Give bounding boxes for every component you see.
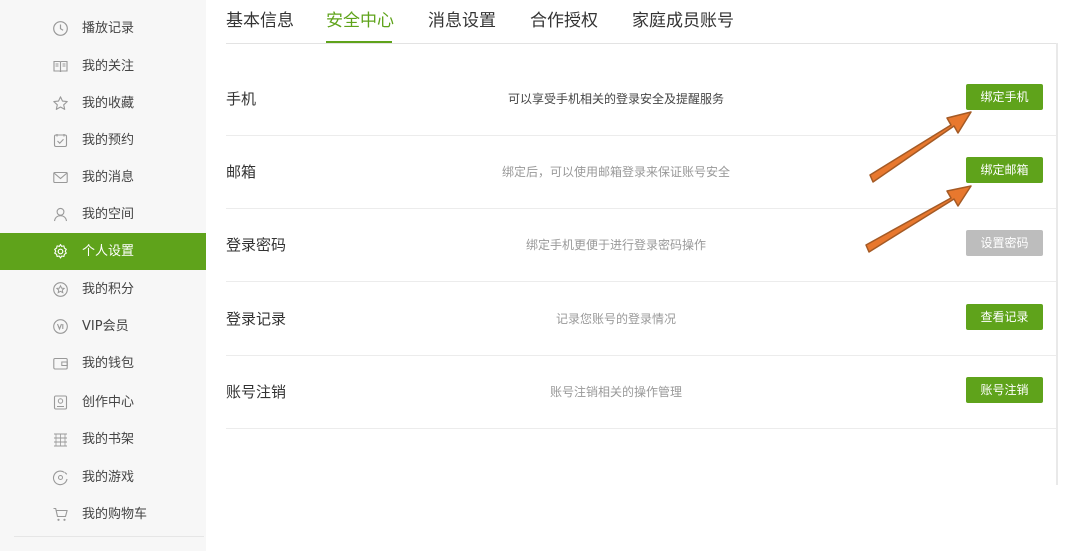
gear-icon xyxy=(52,243,69,260)
row-title: 登录密码 xyxy=(226,236,287,254)
sidebar-item-creator-center[interactable]: 创作中心 xyxy=(0,384,206,421)
sidebar-item-label: 我的游戏 xyxy=(82,470,135,485)
medal-icon xyxy=(52,281,69,298)
clock-icon xyxy=(52,20,69,37)
sidebar-item-label: 个人设置 xyxy=(82,244,135,259)
row-divider xyxy=(226,428,1056,429)
gamepad-icon xyxy=(52,469,69,486)
sidebar-item-wallet[interactable]: 我的钱包 xyxy=(0,345,206,382)
sidebar-item-label: VIP会员 xyxy=(82,319,129,334)
sidebar-item-favorites[interactable]: 我的收藏 xyxy=(0,85,206,122)
security-row-account-cancel: 账号注销 账号注销相关的操作管理 账号注销 xyxy=(226,356,1056,429)
sidebar-item-points[interactable]: 我的积分 xyxy=(0,271,206,308)
tab-message-settings[interactable]: 消息设置 xyxy=(428,11,496,31)
tabs-divider xyxy=(226,43,1056,44)
sidebar-item-reservations[interactable]: 我的预约 xyxy=(0,122,206,159)
book-icon xyxy=(52,58,69,75)
sidebar-item-messages[interactable]: 我的消息 xyxy=(0,159,206,196)
bind-phone-button[interactable]: 绑定手机 xyxy=(966,84,1043,110)
row-description: 账号注销相关的操作管理 xyxy=(549,385,682,399)
vip-icon xyxy=(52,318,69,335)
sidebar-item-label: 我的积分 xyxy=(82,282,135,297)
sidebar-item-label: 我的预约 xyxy=(82,133,135,148)
sidebar-item-my-space[interactable]: 我的空间 xyxy=(0,196,206,233)
bookshelf-icon xyxy=(52,431,69,448)
envelope-icon xyxy=(52,169,69,186)
security-row-email: 邮箱 绑定后，可以使用邮箱登录来保证账号安全 绑定邮箱 xyxy=(226,136,1056,209)
row-description: 记录您账号的登录情况 xyxy=(555,312,676,326)
wallet-icon xyxy=(52,355,69,372)
sidebar-item-label: 我的关注 xyxy=(82,59,135,74)
row-description: 绑定后，可以使用邮箱登录来保证账号安全 xyxy=(501,165,730,179)
sidebar-item-label: 我的收藏 xyxy=(82,96,135,111)
sidebar-item-vip[interactable]: VIP会员 xyxy=(0,308,206,345)
sidebar-item-bookshelf[interactable]: 我的书架 xyxy=(0,421,206,458)
scrollbar-track[interactable] xyxy=(1056,43,1058,485)
sidebar-item-label: 我的消息 xyxy=(82,170,135,185)
security-row-login-records: 登录记录 记录您账号的登录情况 查看记录 xyxy=(226,283,1056,356)
sidebar-divider xyxy=(14,536,204,537)
sidebar-item-label: 我的钱包 xyxy=(82,356,135,371)
sidebar-item-label: 我的书架 xyxy=(82,432,135,447)
sidebar-item-label: 我的空间 xyxy=(82,207,135,222)
sidebar-item-following[interactable]: 我的关注 xyxy=(0,48,206,85)
row-description: 可以享受手机相关的登录安全及提醒服务 xyxy=(507,92,724,106)
tab-authorization[interactable]: 合作授权 xyxy=(530,11,598,31)
star-icon xyxy=(52,95,69,112)
row-title: 账号注销 xyxy=(226,383,287,401)
sidebar: 播放记录 我的关注 我的收藏 我的预约 我的消息 我的空间 个人设置 我的积分 … xyxy=(0,0,206,551)
user-icon xyxy=(52,206,69,223)
view-records-button[interactable]: 查看记录 xyxy=(966,304,1043,330)
security-row-phone: 手机 可以享受手机相关的登录安全及提醒服务 绑定手机 xyxy=(226,63,1056,136)
tab-family-accounts[interactable]: 家庭成员账号 xyxy=(632,11,734,31)
sidebar-item-label: 我的购物车 xyxy=(82,507,148,522)
row-title: 邮箱 xyxy=(226,163,257,181)
sidebar-item-label: 播放记录 xyxy=(82,21,135,36)
calendar-check-icon xyxy=(52,132,69,149)
row-title: 手机 xyxy=(226,90,257,108)
sidebar-item-label: 创作中心 xyxy=(82,395,135,410)
cancel-account-button[interactable]: 账号注销 xyxy=(966,377,1043,403)
creator-icon xyxy=(52,394,69,411)
tab-basic-info[interactable]: 基本信息 xyxy=(226,11,294,31)
sidebar-item-shopping-cart[interactable]: 我的购物车 xyxy=(0,496,206,533)
set-password-button[interactable]: 设置密码 xyxy=(966,230,1043,256)
row-divider xyxy=(226,281,1056,282)
tab-security-center[interactable]: 安全中心 xyxy=(326,11,394,31)
sidebar-item-personal-settings[interactable]: 个人设置 xyxy=(0,233,206,270)
row-title: 登录记录 xyxy=(226,310,287,328)
bind-email-button[interactable]: 绑定邮箱 xyxy=(966,157,1043,183)
sidebar-item-play-history[interactable]: 播放记录 xyxy=(0,10,206,47)
security-row-password: 登录密码 绑定手机更便于进行登录密码操作 设置密码 xyxy=(226,209,1056,282)
sidebar-item-games[interactable]: 我的游戏 xyxy=(0,459,206,496)
cart-icon xyxy=(52,506,69,523)
row-description: 绑定手机更便于进行登录密码操作 xyxy=(525,238,706,252)
